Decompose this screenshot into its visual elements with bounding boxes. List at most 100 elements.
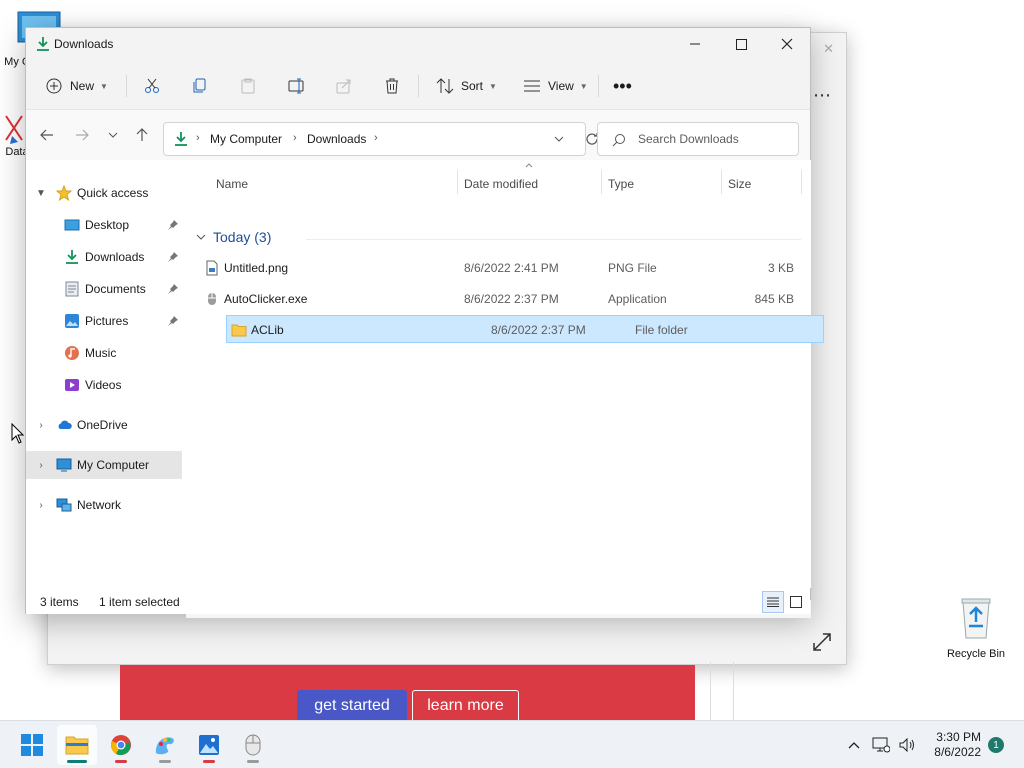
- column-divider[interactable]: [801, 170, 802, 194]
- start-button[interactable]: [12, 725, 52, 765]
- sidebar-item-videos[interactable]: Videos: [26, 371, 182, 399]
- copy-button[interactable]: [192, 73, 208, 99]
- pin-icon[interactable]: [167, 219, 179, 231]
- address-bar[interactable]: › My Computer › Downloads ›: [163, 122, 598, 156]
- chevron-right-icon[interactable]: ›: [35, 460, 47, 471]
- learn-more-button[interactable]: learn more: [412, 690, 519, 722]
- view-label: View: [548, 79, 574, 93]
- file-explorer-window[interactable]: Downloads New ▼ Sort ▼ View ▼ ••• › My C…: [25, 27, 824, 618]
- sort-label: Sort: [461, 79, 484, 93]
- chevron-down-icon[interactable]: ▼: [35, 188, 47, 199]
- title-bar[interactable]: Downloads: [26, 28, 810, 60]
- taskbar-app-paint[interactable]: [145, 725, 185, 765]
- clock[interactable]: 3:30 PM 8/6/2022: [934, 730, 981, 760]
- get-started-button[interactable]: get started: [297, 690, 407, 722]
- minimize-icon: [690, 43, 700, 45]
- group-header[interactable]: Today (3): [196, 229, 271, 245]
- notification-badge[interactable]: 1: [988, 737, 1004, 753]
- sidebar-item-network[interactable]: › Network: [26, 491, 182, 519]
- minimize-button[interactable]: [672, 28, 718, 60]
- details-view-icon: [767, 597, 779, 607]
- sidebar-item-music[interactable]: Music: [26, 339, 182, 367]
- maximize-button[interactable]: [718, 28, 764, 60]
- expand-icon[interactable]: [812, 632, 832, 652]
- details-view-button[interactable]: [762, 591, 784, 613]
- sidebar-label: Quick access: [77, 186, 149, 200]
- sidebar-label: Pictures: [85, 314, 129, 328]
- taskbar-app-chrome[interactable]: [101, 725, 141, 765]
- up-button[interactable]: [130, 123, 154, 147]
- file-name: ACLib: [251, 323, 284, 337]
- download-icon: [66, 250, 78, 264]
- back-button[interactable]: [35, 123, 59, 147]
- paste-button[interactable]: [240, 73, 256, 99]
- tiles-view-button[interactable]: [785, 591, 807, 613]
- close-icon[interactable]: ✕: [823, 41, 834, 57]
- view-button[interactable]: View ▼: [523, 73, 588, 99]
- search-box[interactable]: Search Downloads: [597, 122, 799, 156]
- more-options-button[interactable]: •••: [613, 73, 632, 99]
- sidebar-item-documents[interactable]: Documents: [26, 275, 182, 303]
- sidebar-item-onedrive[interactable]: › OneDrive: [26, 411, 182, 439]
- pin-icon[interactable]: [167, 283, 179, 295]
- taskbar-app-photos[interactable]: [189, 725, 229, 765]
- column-divider[interactable]: [457, 170, 458, 194]
- toolbar-divider: [598, 75, 599, 97]
- breadcrumb-downloads[interactable]: Downloads: [307, 132, 366, 146]
- chevron-right-icon[interactable]: ›: [35, 420, 47, 431]
- sidebar-label: Network: [77, 498, 122, 512]
- file-list-pane[interactable]: Name Date modified Type Size Today (3) U…: [186, 160, 824, 618]
- pin-icon[interactable]: [167, 315, 179, 327]
- column-header-size[interactable]: Size: [728, 173, 751, 195]
- recent-locations-button[interactable]: [101, 123, 125, 147]
- table-row[interactable]: ACLib 8/6/2022 2:37 PM File folder: [226, 315, 824, 343]
- close-button[interactable]: [764, 28, 810, 60]
- search-icon: [612, 134, 625, 147]
- sort-button[interactable]: Sort ▼: [436, 73, 497, 99]
- hero-banner: [120, 665, 695, 720]
- arrow-right-icon: [76, 129, 89, 141]
- star-icon: [56, 185, 72, 201]
- pin-icon[interactable]: [167, 251, 179, 263]
- download-icon: [175, 132, 187, 146]
- desktop-icon-recycle-bin[interactable]: Recycle Bin: [940, 596, 1012, 661]
- volume-button[interactable]: [892, 725, 922, 765]
- column-header-date[interactable]: Date modified: [464, 173, 538, 195]
- breadcrumb-my-computer[interactable]: My Computer: [210, 132, 282, 146]
- file-name: AutoClicker.exe: [224, 292, 308, 306]
- taskbar-app-file-explorer[interactable]: [57, 725, 97, 765]
- chevron-right-icon[interactable]: ›: [35, 500, 47, 511]
- sidebar-label: Documents: [85, 282, 146, 296]
- table-row[interactable]: AutoClicker.exe 8/6/2022 2:37 PM Applica…: [200, 285, 798, 313]
- table-row[interactable]: Untitled.png 8/6/2022 2:41 PM PNG File 3…: [200, 254, 798, 282]
- file-size: 3 KB: [767, 261, 794, 275]
- file-size: 845 KB: [754, 292, 794, 306]
- folder-icon: [231, 324, 247, 337]
- sidebar-item-quick-access[interactable]: ▼ Quick access: [26, 179, 182, 207]
- sidebar-item-desktop[interactable]: Desktop: [26, 211, 182, 239]
- new-button[interactable]: New ▼: [46, 73, 108, 99]
- forward-button[interactable]: [70, 123, 94, 147]
- column-divider[interactable]: [601, 170, 602, 194]
- taskbar-app-autoclicker[interactable]: [233, 725, 273, 765]
- documents-icon: [65, 281, 79, 297]
- trash-icon: [386, 78, 398, 94]
- column-header-type[interactable]: Type: [608, 173, 634, 195]
- rename-button[interactable]: [288, 73, 306, 99]
- delete-button[interactable]: [384, 73, 400, 99]
- navigation-pane: ▼ Quick access Desktop Downloads Documen…: [26, 160, 186, 588]
- cut-button[interactable]: [144, 73, 160, 99]
- mouse-cursor-icon: [11, 423, 25, 444]
- file-name: Untitled.png: [224, 261, 289, 275]
- more-options-icon[interactable]: ⋯: [813, 85, 832, 106]
- mouse-icon: [245, 734, 261, 756]
- sidebar-item-pictures[interactable]: Pictures: [26, 307, 182, 335]
- column-divider[interactable]: [721, 170, 722, 194]
- chevron-down-icon[interactable]: [554, 136, 564, 142]
- share-button[interactable]: [336, 73, 352, 99]
- sidebar-item-my-computer[interactable]: › My Computer: [26, 451, 182, 479]
- sidebar-item-downloads[interactable]: Downloads: [26, 243, 182, 271]
- window-edge: [710, 662, 734, 720]
- column-header-name[interactable]: Name: [216, 173, 248, 195]
- status-bar: 3 items 1 item selected: [26, 588, 810, 614]
